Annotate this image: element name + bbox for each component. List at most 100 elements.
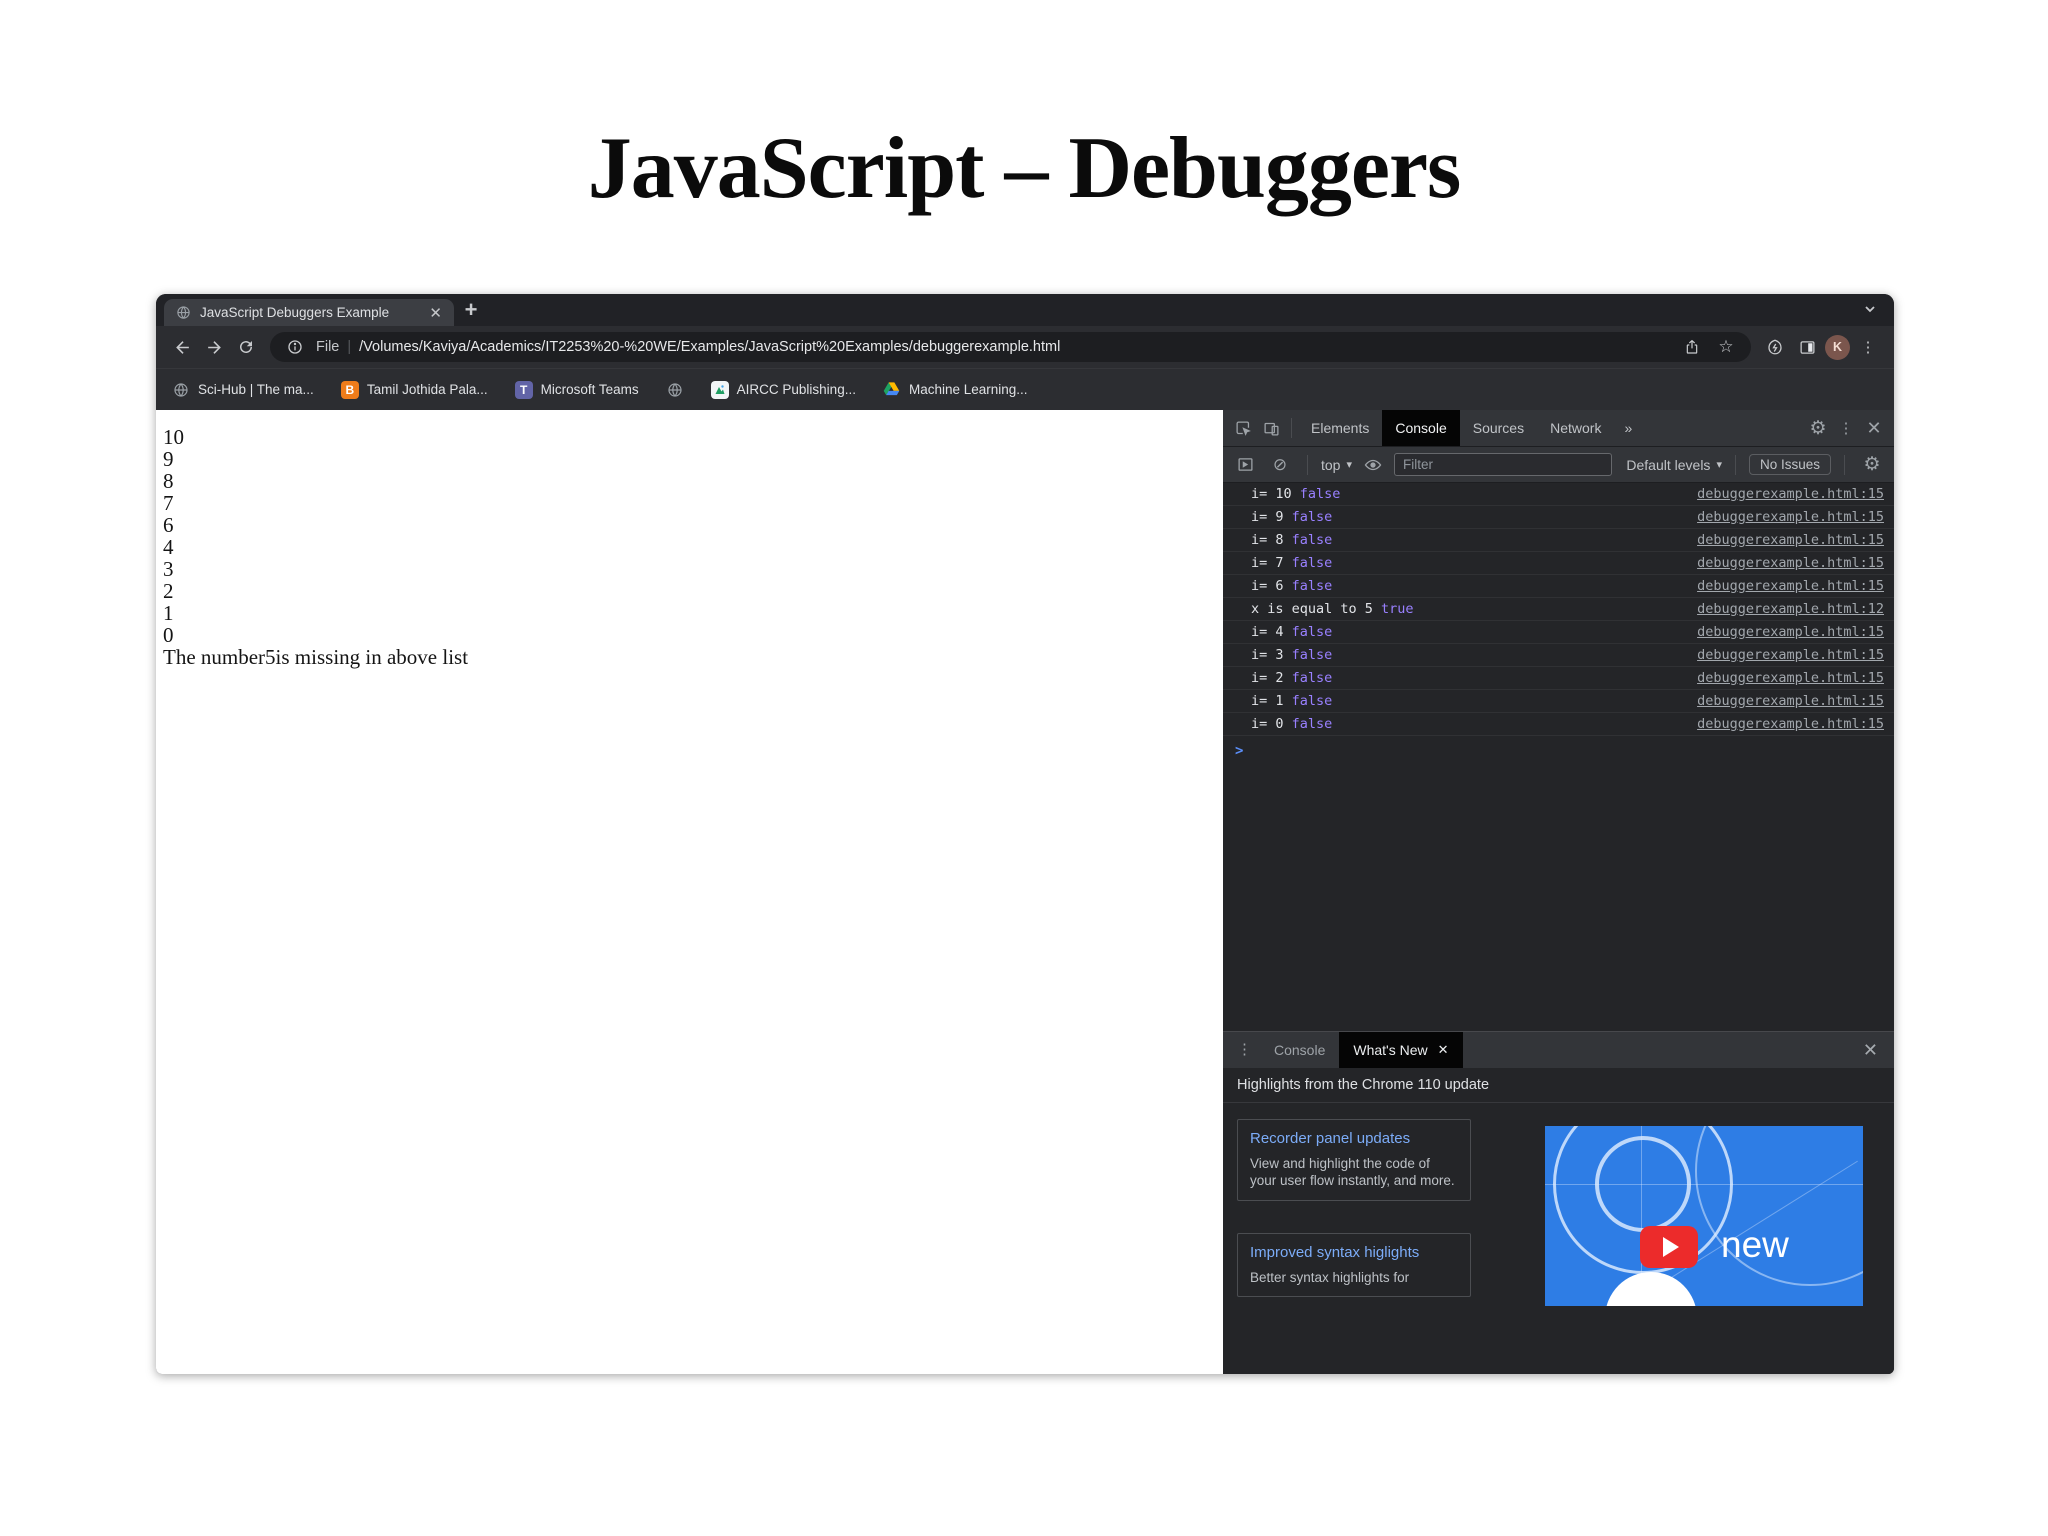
devtools-close-icon[interactable]: ✕ [1860, 415, 1888, 441]
no-issues-button[interactable]: No Issues [1748, 454, 1831, 475]
console-source-link[interactable]: debuggerexample.html:15 [1697, 555, 1884, 571]
chevron-down-icon: ▾ [1716, 459, 1722, 471]
console-message-row[interactable]: i= 2 false debuggerexample.html:15 [1223, 667, 1894, 690]
back-icon[interactable] [168, 333, 196, 361]
page-output-note: The number5is missing in above list [163, 645, 469, 669]
devtools-menu-kebab-icon[interactable]: ⋮ [1832, 415, 1860, 441]
console-message-row[interactable]: i= 10 false debuggerexample.html:15 [1223, 483, 1894, 506]
console-message-value: false [1291, 647, 1333, 663]
webpage-viewport: 10 9 8 7 6 4 3 2 1 0 The number5is missing in abo… [156, 410, 1223, 1374]
console-source-link[interactable]: debuggerexample.html:15 [1697, 532, 1884, 548]
bookmarks-bar: Sci-Hub | The ma... B Tamil Jothida Pala..… [156, 368, 1894, 410]
bookmark-item[interactable]: Sci-Hub | The ma... [172, 381, 314, 399]
console-message-row[interactable]: i= 6 false debuggerexample.html:15 [1223, 575, 1894, 598]
console-prompt[interactable]: > [1223, 736, 1894, 759]
tab-search-chevron-icon[interactable] [1862, 301, 1878, 317]
console-source-link[interactable]: debuggerexample.html:15 [1697, 670, 1884, 686]
bookmark-item[interactable] [666, 381, 684, 399]
console-source-link[interactable]: debuggerexample.html:15 [1697, 647, 1884, 663]
drawer-close-icon[interactable]: ✕ [1863, 1032, 1886, 1068]
console-message-value: false [1291, 693, 1333, 709]
browser-toolbar: File | /Volumes/Kaviya/Academics/IT2253%… [156, 326, 1894, 368]
more-tabs-icon[interactable]: » [1614, 420, 1642, 436]
console-message-value: true [1381, 601, 1414, 617]
drawer-tab-close-icon[interactable]: ✕ [1438, 1042, 1449, 1058]
browser-window: JavaScript Debuggers Example ✕ + File | … [156, 294, 1894, 1374]
live-expression-eye-icon[interactable] [1359, 452, 1387, 478]
console-source-link[interactable]: debuggerexample.html:15 [1697, 486, 1884, 502]
console-toolbar: ⊘ top▾ Default levels▾ No Issues ⚙ [1223, 447, 1894, 483]
console-message-row[interactable]: i= 1 false debuggerexample.html:15 [1223, 690, 1894, 713]
console-source-link[interactable]: debuggerexample.html:15 [1697, 578, 1884, 594]
thumbnail-new-label: new [1721, 1223, 1789, 1265]
side-panel-icon[interactable] [1793, 333, 1821, 361]
console-source-link[interactable]: debuggerexample.html:15 [1697, 624, 1884, 640]
bookmark-item[interactable]: T Microsoft Teams [514, 380, 639, 399]
devtools-tab-sources[interactable]: Sources [1460, 410, 1537, 446]
drawer-tab-whats-new[interactable]: What's New ✕ [1339, 1031, 1463, 1068]
whats-new-card: Improved syntax higlights Better syntax h… [1237, 1232, 1471, 1297]
bookmark-item[interactable]: B Tamil Jothida Pala... [340, 380, 488, 399]
console-message-row[interactable]: x is equal to 5 true debuggerexample.html… [1223, 598, 1894, 621]
console-log: i= 10 false debuggerexample.html:15 i= 9 f… [1223, 483, 1894, 736]
bookmark-star-icon[interactable]: ☆ [1713, 337, 1739, 357]
console-source-link[interactable]: debuggerexample.html:15 [1697, 716, 1884, 732]
console-sidebar-icon[interactable] [1231, 452, 1259, 478]
bookmark-label: Microsoft Teams [540, 382, 639, 397]
info-icon[interactable] [282, 339, 308, 355]
console-message-row[interactable]: i= 7 false debuggerexample.html:15 [1223, 552, 1894, 575]
new-tab-button[interactable]: + [454, 296, 488, 324]
devtools-tabs: Elements Console Sources Network [1298, 410, 1614, 446]
whats-new-video-thumbnail[interactable]: new [1545, 1125, 1863, 1306]
devtools-tab-console[interactable]: Console [1382, 410, 1460, 446]
console-message-value: false [1291, 509, 1333, 525]
browser-tab[interactable]: JavaScript Debuggers Example ✕ [164, 299, 454, 326]
console-source-link[interactable]: debuggerexample.html:15 [1697, 693, 1884, 709]
page-output-line: 2 [163, 579, 174, 603]
page-output-line: 0 [163, 623, 174, 647]
console-message-row[interactable]: i= 0 false debuggerexample.html:15 [1223, 713, 1894, 736]
forward-icon[interactable] [200, 333, 228, 361]
devtools-tabbar: Elements Console Sources Network » ⚙ ⋮ ✕ [1223, 410, 1894, 447]
youtube-play-icon[interactable] [1640, 1225, 1698, 1268]
browser-menu-kebab-icon[interactable]: ⋮ [1854, 333, 1882, 361]
devtools-panel: Elements Console Sources Network » ⚙ ⋮ ✕ ⊘ … [1223, 410, 1894, 1374]
console-message-row[interactable]: i= 9 false debuggerexample.html:15 [1223, 506, 1894, 529]
console-message-row[interactable]: i= 8 false debuggerexample.html:15 [1223, 529, 1894, 552]
console-message-text: i= 0 false [1251, 716, 1333, 732]
inspect-element-icon[interactable] [1229, 415, 1257, 441]
context-selector[interactable]: top ▾ [1321, 457, 1352, 473]
whats-new-card-title-link[interactable]: Recorder panel updates [1250, 1130, 1458, 1147]
device-toolbar-icon[interactable] [1257, 415, 1285, 441]
tab-close-icon[interactable]: ✕ [427, 304, 444, 322]
console-source-link[interactable]: debuggerexample.html:12 [1697, 601, 1884, 617]
devtools-tab-network[interactable]: Network [1537, 410, 1614, 446]
reload-icon[interactable] [232, 333, 260, 361]
drawer-menu-kebab-icon[interactable]: ⋮ [1229, 1032, 1260, 1068]
teams-icon: T [514, 380, 533, 399]
profile-avatar[interactable]: K [1825, 334, 1850, 360]
console-message-row[interactable]: i= 3 false debuggerexample.html:15 [1223, 644, 1894, 667]
share-icon[interactable] [1679, 339, 1705, 355]
divider [1844, 454, 1845, 475]
console-settings-gear-icon[interactable]: ⚙ [1858, 452, 1886, 478]
console-source-link[interactable]: debuggerexample.html:15 [1697, 509, 1884, 525]
url-bar[interactable]: File | /Volumes/Kaviya/Academics/IT2253%… [270, 332, 1751, 362]
drawer-tab-console[interactable]: Console [1260, 1032, 1339, 1068]
url-separator: | [347, 339, 352, 355]
console-message-row[interactable]: i= 4 false debuggerexample.html:15 [1223, 621, 1894, 644]
page-output: 10 9 8 7 6 4 3 2 1 0 [163, 426, 1223, 646]
whats-new-card-title-link[interactable]: Improved syntax higlights [1250, 1244, 1458, 1261]
console-message-text: i= 1 false [1251, 693, 1333, 709]
clear-console-icon[interactable]: ⊘ [1266, 452, 1294, 478]
whats-new-card-body: View and highlight the code of your user… [1250, 1155, 1455, 1189]
devtools-tab-elements[interactable]: Elements [1298, 410, 1382, 446]
log-levels-dropdown[interactable]: Default levels ▾ [1626, 457, 1722, 473]
console-message-text: x is equal to 5 true [1251, 601, 1414, 617]
devtools-settings-gear-icon[interactable]: ⚙ [1804, 415, 1832, 441]
page-output-line: 9 [163, 447, 174, 471]
console-filter-input[interactable] [1394, 453, 1612, 476]
energy-saver-icon[interactable] [1761, 333, 1789, 361]
bookmark-item[interactable]: Machine Learning... [883, 381, 1028, 399]
bookmark-item[interactable]: AIRCC Publishing... [710, 380, 856, 399]
